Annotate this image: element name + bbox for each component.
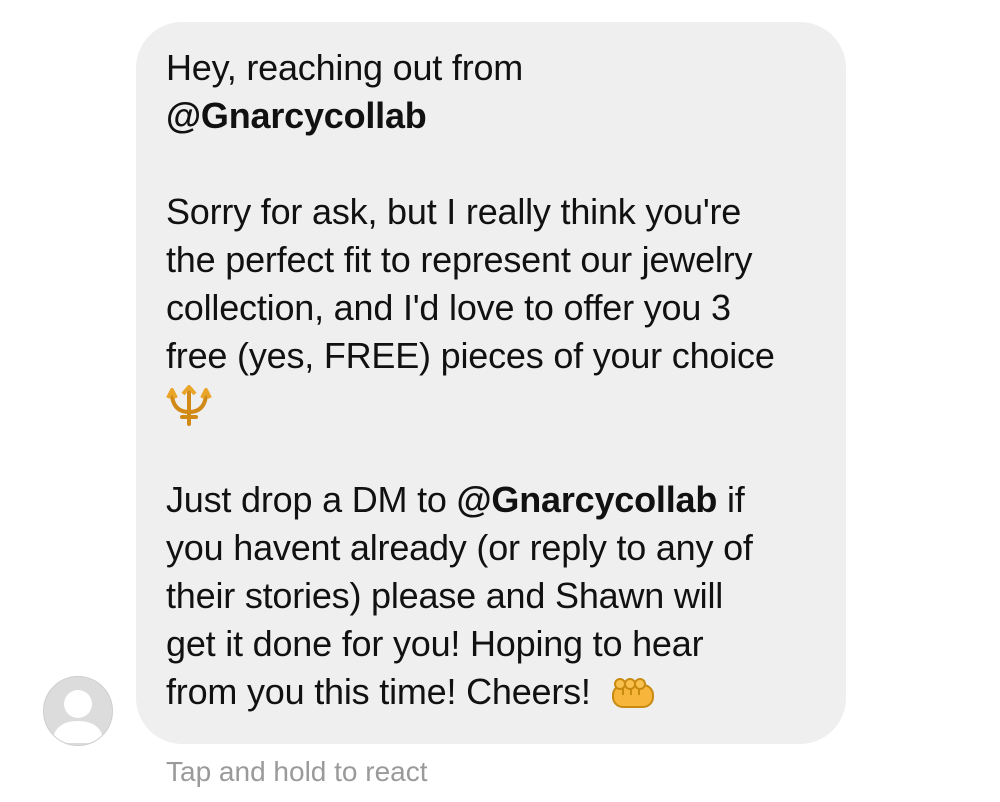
fist-icon xyxy=(611,678,654,709)
react-hint: Tap and hold to react xyxy=(166,756,428,787)
message-bubble[interactable]: Hey, reaching out from @Gnarcycollab Sor… xyxy=(136,22,846,744)
emoji-line xyxy=(166,380,822,428)
message-line: collection, and I'd love to offer you 3 xyxy=(166,287,731,328)
message-handle[interactable]: @Gnarcycollab xyxy=(166,92,822,140)
message-text: if xyxy=(717,479,745,520)
message-line-dm: Just drop a DM to @Gnarcycollab if xyxy=(166,476,822,524)
message-text: Just drop a DM to xyxy=(166,479,457,520)
avatar[interactable] xyxy=(43,676,113,746)
message-closing: from you this time! Cheers! xyxy=(166,671,591,712)
message-line: free (yes, FREE) pieces of your choice xyxy=(166,335,775,376)
message-line: Sorry for ask, but I really think you're xyxy=(166,191,742,232)
message-handle-2[interactable]: @Gnarcycollab xyxy=(457,479,718,520)
message-closing-line: from you this time! Cheers! xyxy=(166,668,822,716)
trident-icon xyxy=(166,385,212,427)
message-line: the perfect fit to represent our jewelry xyxy=(166,239,753,280)
message-line: get it done for you! Hoping to hear xyxy=(166,623,704,664)
default-user-icon xyxy=(52,690,104,743)
message-line: their stories) please and Shawn will xyxy=(166,575,724,616)
message-intro: Hey, reaching out from xyxy=(166,47,524,88)
message-line: you havent already (or reply to any of xyxy=(166,527,753,568)
